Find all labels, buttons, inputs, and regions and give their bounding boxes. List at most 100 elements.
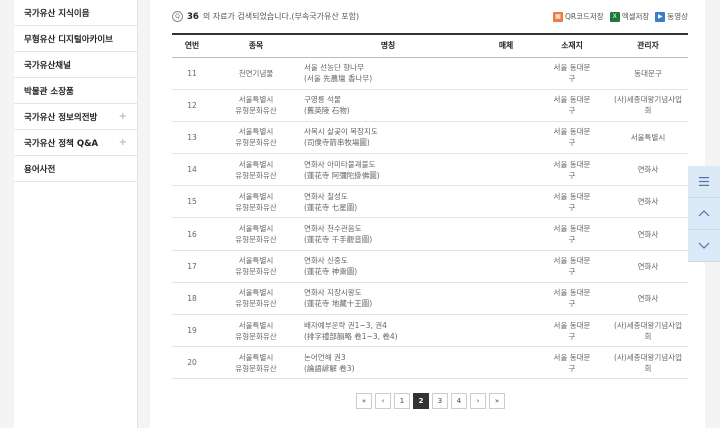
scroll-up-button[interactable]	[688, 198, 720, 230]
sidebar-item[interactable]: 박물관 소장품	[14, 78, 137, 104]
cell-name-line1: 배자예부운략 권1~3, 권4	[304, 320, 387, 330]
cell-type-line1: 천연기념물	[238, 68, 274, 78]
cell-no-line1: 20	[187, 358, 197, 368]
cell-location-line2: 구	[568, 235, 576, 245]
cell-manager: 연화사	[608, 218, 688, 250]
cell-manager-line1: 동대문구	[634, 68, 662, 78]
cell-type: 서울특별시 유형문화유산	[212, 315, 300, 347]
table-row[interactable]: 20 서울특별시 유형문화유산 논어언해 권3 (論語諺解 卷3) 서울 동대문 구 (사)세…	[172, 347, 688, 379]
cell-type-line1: 서울특별시	[238, 191, 274, 201]
table-row[interactable]: 16 서울특별시 유형문화유산 연화사 천수관음도 (蓮花寺 千手觀音圖) 서울 동대문 구…	[172, 218, 688, 251]
page-button-3[interactable]: 3	[432, 393, 448, 409]
cell-no: 17	[172, 250, 212, 282]
sidebar-item[interactable]: 국가유산 정책 Q&A +	[14, 130, 137, 156]
cell-location: 서울 동대문 구	[536, 186, 608, 218]
sidebar-item[interactable]: 국가유산 지식이음	[14, 0, 137, 26]
cell-no: 20	[172, 347, 212, 379]
cell-manager: (사)세종대왕기념사업 회	[608, 89, 688, 121]
cell-name-line1: 사복시 살곶이 목장지도	[304, 127, 378, 137]
cell-name[interactable]: 구영릉 석물 (舊英陵 石物)	[300, 89, 476, 121]
table-row[interactable]: 13 서울특별시 유형문화유산 사복시 살곶이 목장지도 (司僕寺箭串牧場圖) 서울 동대…	[172, 121, 688, 154]
sidebar-item-label: 국가유산채널	[24, 60, 71, 71]
table-row[interactable]: 18 서울특별시 유형문화유산 연화사 지장시왕도 (蓮花寺 地藏十王圖) 서울 동대문 구…	[172, 282, 688, 315]
cell-type-line2: 유형문화유산	[235, 363, 277, 373]
cell-name[interactable]: 연화사 천수관음도 (蓮花寺 千手觀音圖)	[300, 218, 476, 250]
table-row[interactable]: 17 서울특별시 유형문화유산 연화사 신중도 (蓮花寺 神衆圖) 서울 동대문 구 연화사	[172, 250, 688, 283]
table-row[interactable]: 15 서울특별시 유형문화유산 연화사 칠성도 (蓮花寺 七星圖) 서울 동대문 구 연화사	[172, 186, 688, 218]
cell-no-line1: 18	[187, 293, 197, 303]
cell-type-line1: 서울특별시	[238, 159, 274, 169]
plus-icon[interactable]: +	[119, 137, 127, 148]
cell-name-line2: (蓮花寺 阿彌陀掛佛圖)	[304, 170, 380, 180]
cell-name-line1: 연화사 아미타불괘불도	[304, 159, 376, 169]
cell-type-line2: 유형문화유산	[235, 267, 277, 277]
cell-name[interactable]: 배자예부운략 권1~3, 권4 (排字禮部韻略 卷1~3, 卷4)	[300, 315, 476, 347]
cell-location-line1: 서울 동대문	[553, 224, 591, 234]
first-page-button[interactable]: «	[356, 393, 372, 409]
scroll-down-button[interactable]	[688, 230, 720, 262]
page-button-1[interactable]: 1	[394, 393, 410, 409]
cell-name-line2: (蓮花寺 七星圖)	[304, 202, 358, 212]
page-button-2[interactable]: 2	[413, 393, 429, 409]
qr-save-button[interactable]: ▦ QR코드저장	[552, 11, 604, 22]
excel-save-button[interactable]: X 엑셀저장	[609, 11, 650, 22]
cell-type-line2: 유형문화유산	[235, 331, 277, 341]
menu-button[interactable]	[688, 166, 720, 198]
plus-icon[interactable]: +	[119, 111, 127, 122]
cell-type-line2: 유형문화유산	[235, 235, 277, 245]
qr-code-icon: ▦	[552, 11, 563, 22]
cell-name-line1: 연화사 천수관음도	[304, 224, 362, 234]
table-row[interactable]: 11 천연기념물 서울 선농단 향나무 (서울 先農壇 香나무) 서울 동대문 구 동대문구	[172, 57, 688, 90]
cell-location-line2: 구	[568, 331, 576, 341]
cell-name[interactable]: 연화사 칠성도 (蓮花寺 七星圖)	[300, 186, 476, 218]
cell-location-line1: 서울 동대문	[553, 352, 591, 362]
sidebar: 국가유산 지식이음 무형유산 디지털아카이브국가유산채널박물관 소장품국가유산 정…	[14, 0, 138, 428]
sidebar-item[interactable]: 무형유산 디지털아카이브	[14, 26, 137, 52]
cell-manager-line1: (사)세종대왕기념사업	[614, 352, 682, 362]
cell-no: 13	[172, 121, 212, 153]
qr-save-label: QR코드저장	[564, 12, 604, 21]
cell-type-line2: 유형문화유산	[235, 106, 277, 116]
sidebar-list: 국가유산 지식이음 무형유산 디지털아카이브국가유산채널박물관 소장품국가유산 정…	[14, 0, 137, 182]
cell-no: 18	[172, 282, 212, 314]
sidebar-item-label: 박물관 소장품	[24, 86, 74, 97]
cell-name[interactable]: 연화사 신중도 (蓮花寺 神衆圖)	[300, 250, 476, 282]
cell-manager-line2: 회	[644, 331, 652, 341]
cell-name[interactable]: 연화사 지장시왕도 (蓮花寺 地藏十王圖)	[300, 282, 476, 314]
cell-media	[476, 315, 536, 347]
cell-name[interactable]: 논어언해 권3 (論語諺解 卷3)	[300, 347, 476, 379]
cell-location-line1: 서울 동대문	[553, 127, 591, 137]
sidebar-item[interactable]: 국가유산 정보의전방 +	[14, 104, 137, 130]
excel-save-label: 엑셀저장	[621, 12, 650, 21]
cell-no-line1: 16	[187, 229, 197, 239]
cell-name[interactable]: 사복시 살곶이 목장지도 (司僕寺箭串牧場圖)	[300, 121, 476, 153]
cell-media	[476, 347, 536, 379]
heritage-table: 연번 종목 명칭 매체 소재지 관리자 11 천연기념물 서울 선농단 향나무 (서울…	[172, 33, 688, 379]
header-type: 종목	[248, 41, 264, 51]
video-button[interactable]: ▶ 동영상	[655, 11, 688, 22]
cell-no-line1: 14	[187, 165, 197, 175]
sidebar-item[interactable]: 용어사전	[14, 156, 137, 182]
sidebar-item[interactable]: 국가유산채널	[14, 52, 137, 78]
cell-name[interactable]: 연화사 아미타불괘불도 (蓮花寺 阿彌陀掛佛圖)	[300, 154, 476, 186]
cell-type: 천연기념물	[212, 57, 300, 89]
floating-nav	[688, 166, 720, 262]
cell-manager: (사)세종대왕기념사업 회	[608, 315, 688, 347]
pagination: «‹ 1 2 3 4 ›»	[356, 393, 505, 409]
table-row[interactable]: 12 서울특별시 유형문화유산 구영릉 석물 (舊英陵 石物) 서울 동대문 구 (사)세종대…	[172, 89, 688, 122]
last-page-button[interactable]: »	[489, 393, 505, 409]
table-row[interactable]: 19 서울특별시 유형문화유산 배자예부운략 권1~3, 권4 (排字禮部韻略 卷1~3…	[172, 315, 688, 347]
result-count: 36	[187, 11, 199, 22]
cell-name[interactable]: 서울 선농단 향나무 (서울 先農壇 香나무)	[300, 57, 476, 89]
cell-name-line2: (蓮花寺 神衆圖)	[304, 267, 358, 277]
sidebar-item-label: 용어사전	[24, 164, 56, 175]
cell-type-line1: 서울특별시	[238, 224, 274, 234]
cell-no: 12	[172, 89, 212, 121]
cell-no-line1: 19	[187, 326, 197, 336]
prev-page-button[interactable]: ‹	[375, 393, 391, 409]
page-button-4[interactable]: 4	[451, 393, 467, 409]
table-row[interactable]: 14 서울특별시 유형문화유산 연화사 아미타불괘불도 (蓮花寺 阿彌陀掛佛圖) 서울 동…	[172, 154, 688, 186]
cell-manager: 연화사	[608, 250, 688, 282]
next-page-button[interactable]: ›	[470, 393, 486, 409]
cell-media	[476, 121, 536, 153]
